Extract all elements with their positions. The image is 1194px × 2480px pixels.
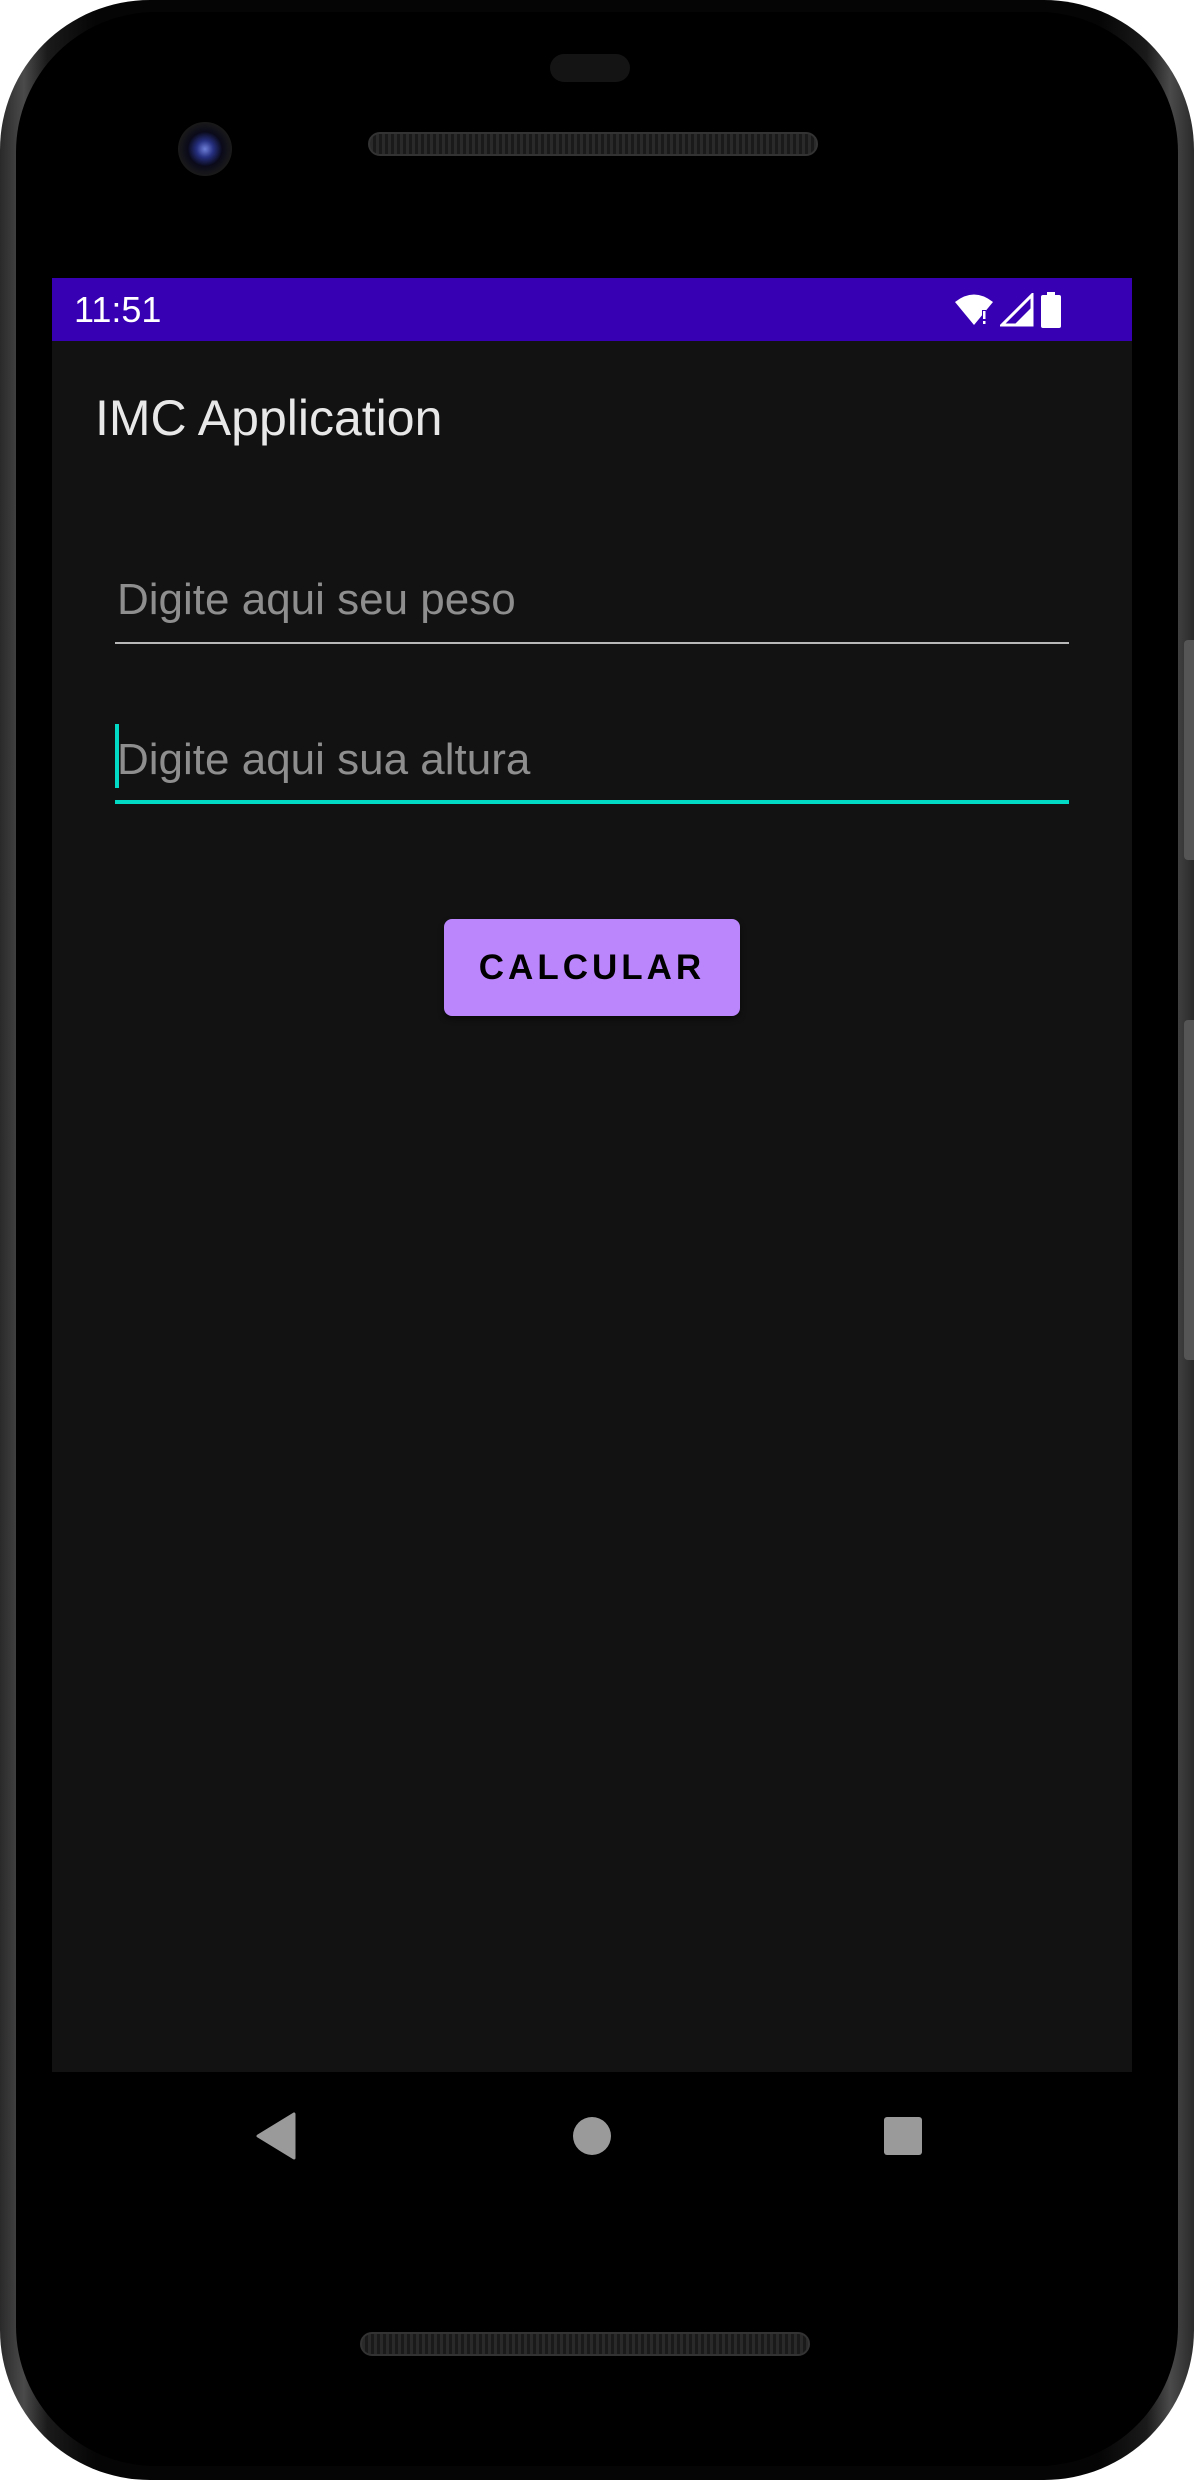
cell-signal-icon — [1000, 293, 1034, 327]
height-field[interactable] — [115, 724, 1069, 804]
navigation-bar — [52, 2072, 1132, 2202]
weight-underline — [115, 642, 1069, 644]
back-icon — [256, 2112, 296, 2160]
recents-icon — [884, 2117, 922, 2155]
recents-button[interactable] — [863, 2096, 943, 2176]
text-cursor — [115, 724, 119, 788]
height-underline — [115, 800, 1069, 804]
app-title: IMC Application — [95, 390, 443, 446]
front-camera — [178, 122, 232, 176]
app-screen: 11:51 IMC Application Digite aqui seu pe… — [52, 278, 1132, 2072]
status-bar: 11:51 — [52, 278, 1132, 341]
top-speaker — [368, 132, 818, 156]
calculate-button[interactable]: CALCULAR — [444, 919, 740, 1016]
back-button[interactable] — [236, 2096, 316, 2176]
battery-icon — [1041, 292, 1061, 328]
proximity-sensor — [550, 54, 630, 82]
weight-field[interactable] — [115, 564, 1069, 644]
weight-input[interactable] — [115, 564, 1069, 636]
status-icons — [954, 290, 1062, 330]
height-input[interactable] — [115, 724, 1069, 796]
power-button — [1184, 640, 1194, 860]
wifi-icon — [955, 294, 993, 325]
home-icon — [573, 2117, 611, 2155]
device-frame: 11:51 IMC Application Digite aqui seu pe… — [0, 0, 1194, 2480]
status-time: 11:51 — [74, 289, 162, 330]
bottom-speaker — [360, 2332, 810, 2356]
volume-button — [1184, 1020, 1194, 1360]
home-button[interactable] — [552, 2096, 632, 2176]
